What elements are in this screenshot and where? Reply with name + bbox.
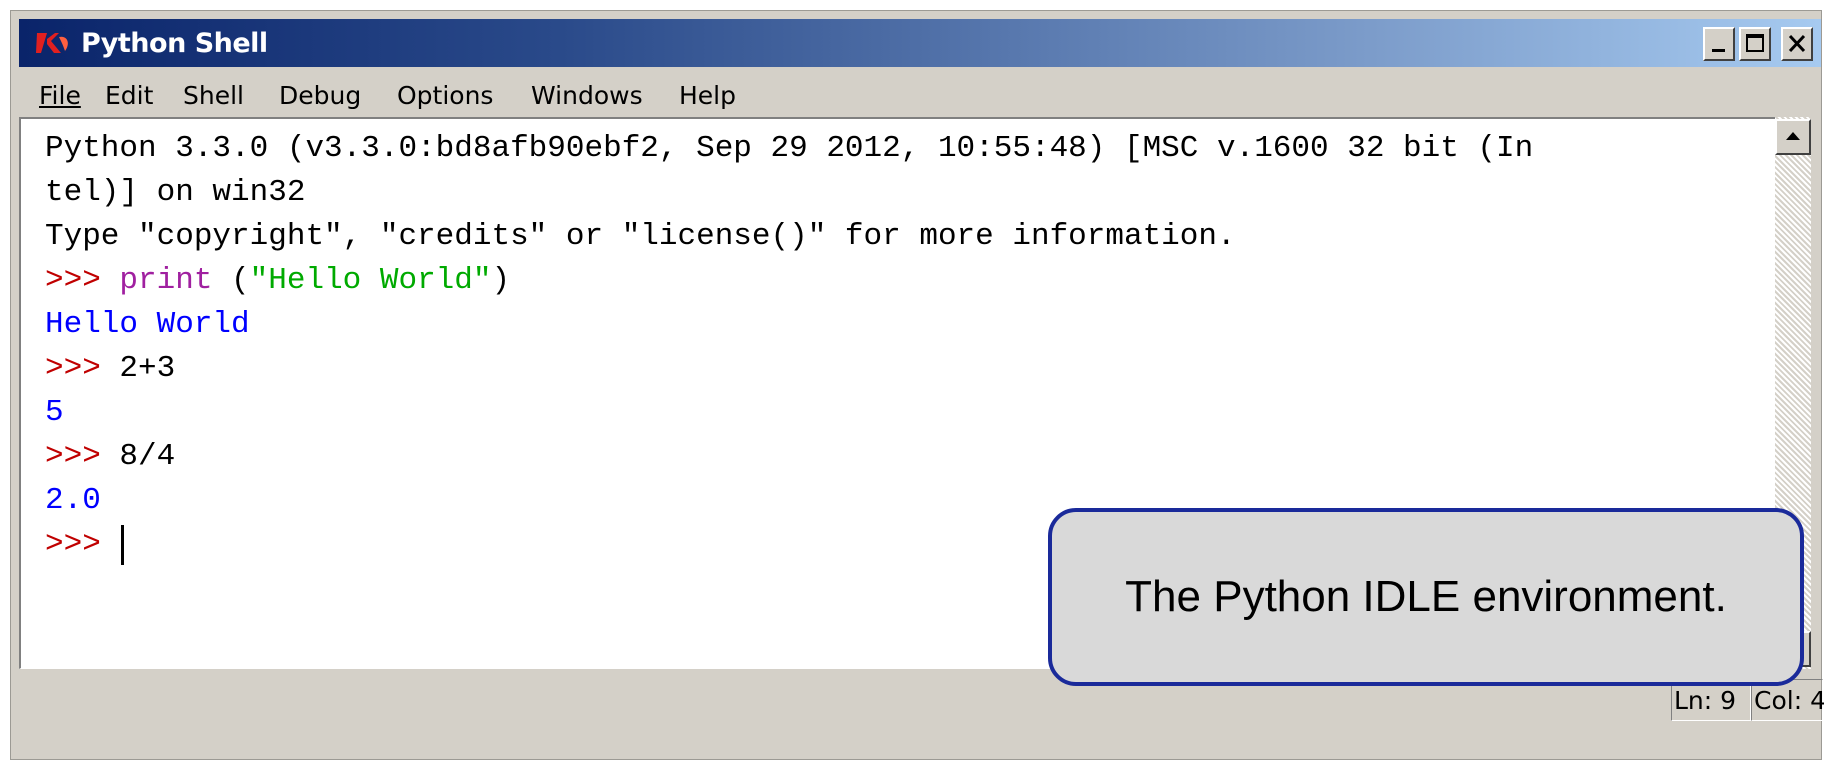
output-line-2: 5 [45,395,64,430]
menu-windows-label: Windows [531,81,643,110]
minimize-icon [1712,49,1725,52]
paren-close: ) [491,263,511,298]
window-title: Python Shell [81,28,268,59]
prompt: >>> [45,527,120,562]
text-cursor [121,525,124,565]
menu-debug-label: Debug [279,81,362,110]
prompt: >>> [45,263,120,298]
title-bar[interactable]: Python Shell [19,19,1821,67]
scroll-up-button[interactable] [1775,119,1811,155]
menu-bar: File Edit Shell Debug Options Windows He… [19,69,1821,115]
command-text: 2+3 [119,351,176,386]
menu-file-label: File [39,81,81,110]
menu-edit[interactable]: Edit [105,81,153,110]
prompt: >>> [45,439,120,474]
menu-shell[interactable]: Shell [183,81,244,110]
menu-shell-label: Shell [183,81,244,110]
banner-line-3: Type "copyright", "credits" or "license(… [45,219,1236,254]
menu-help[interactable]: Help [679,81,736,110]
caption-callout: The Python IDLE environment. [1048,508,1804,686]
menu-help-label: Help [679,81,736,110]
command-line-4: >>> [45,523,119,567]
menu-options-label: Options [397,81,494,110]
menu-file[interactable]: File [39,81,81,110]
close-button[interactable] [1781,27,1813,61]
prompt: >>> [45,351,120,386]
minimize-button[interactable] [1703,27,1735,61]
keyword-print: print [119,263,213,298]
command-line-3: >>> 8/4 [45,435,175,479]
string-literal: "Hello World" [249,263,492,298]
menu-options[interactable]: Options [397,81,493,110]
menu-debug[interactable]: Debug [279,81,361,110]
command-text: 8/4 [119,439,176,474]
banner-line-1: Python 3.3.0 (v3.3.0:bd8afb90ebf2, Sep 2… [45,131,1534,166]
command-line-1: >>> print ("Hello World") [45,259,510,303]
tk-feather-icon [36,33,68,53]
caption-text: The Python IDLE environment. [1125,572,1727,621]
output-line-3: 2.0 [45,483,101,518]
command-line-2: >>> 2+3 [45,347,175,391]
banner-line-2: tel)] on win32 [45,175,306,210]
maximize-button[interactable] [1739,27,1771,61]
arrow-up-icon [1786,132,1800,140]
menu-windows[interactable]: Windows [531,81,643,110]
close-icon [1788,34,1806,53]
maximize-icon [1746,34,1764,52]
output-line-1: Hello World [45,307,250,342]
paren-open: ( [212,263,250,298]
menu-edit-label: Edit [105,81,154,110]
